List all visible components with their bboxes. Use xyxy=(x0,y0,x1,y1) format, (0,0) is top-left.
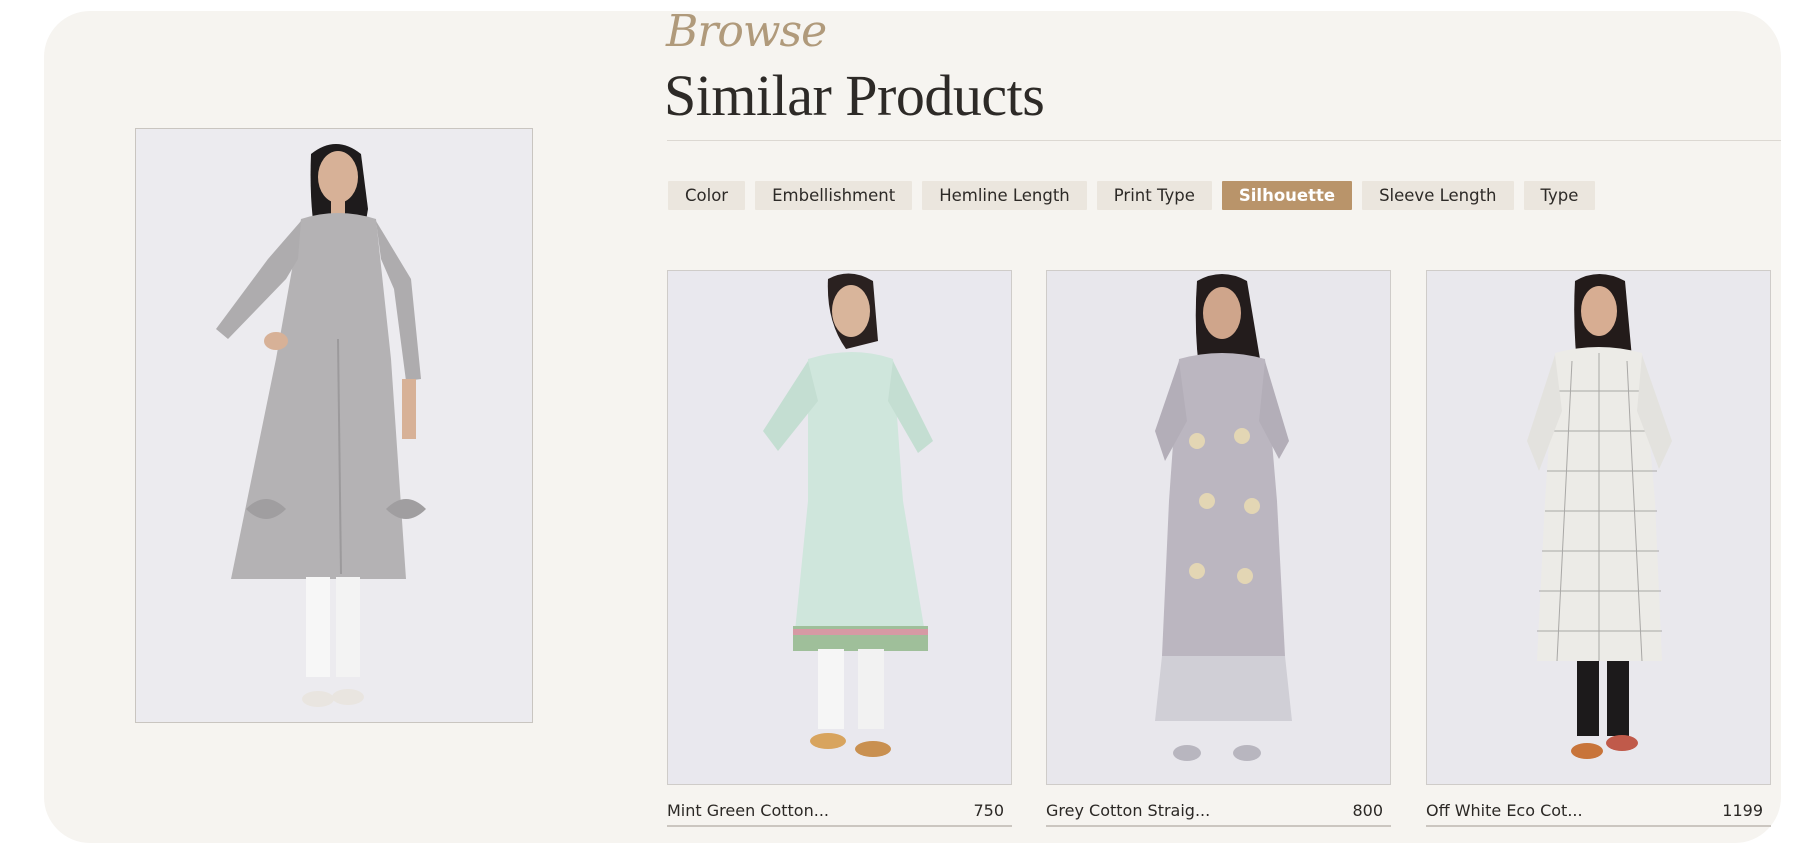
main-product-image[interactable] xyxy=(135,128,533,723)
product-image[interactable] xyxy=(667,270,1012,785)
product-name[interactable]: Mint Green Cotton... xyxy=(667,801,829,820)
product-price: 1199 xyxy=(1722,800,1763,820)
product-image[interactable] xyxy=(1426,270,1771,785)
filter-chip-hemline-length[interactable]: Hemline Length xyxy=(922,181,1087,210)
product-meta: Off White Eco Cot... 1199 xyxy=(1426,795,1771,827)
browse-script-label: Browse xyxy=(666,6,827,57)
filter-chip-color[interactable]: Color xyxy=(668,181,746,210)
filter-chip-silhouette[interactable]: Silhouette xyxy=(1221,181,1353,210)
product-name[interactable]: Grey Cotton Straig... xyxy=(1046,801,1210,820)
section-title: Similar Products xyxy=(664,63,1045,128)
product-card[interactable]: Grey Cotton Straig... 800 xyxy=(1046,270,1391,827)
product-card[interactable]: Mint Green Cotton... 750 xyxy=(667,270,1012,827)
product-meta: Mint Green Cotton... 750 xyxy=(667,795,1012,827)
product-price: 800 xyxy=(1352,800,1383,820)
product-illustration-grey xyxy=(1047,271,1390,784)
product-card[interactable]: Off White Eco Cot... 1199 xyxy=(1426,270,1771,827)
filter-chip-embellishment[interactable]: Embellishment xyxy=(755,181,913,210)
product-image[interactable] xyxy=(1046,270,1391,785)
filter-chip-print-type[interactable]: Print Type xyxy=(1096,181,1212,210)
filter-chip-type[interactable]: Type xyxy=(1523,181,1596,210)
main-product-illustration xyxy=(136,129,532,722)
attribute-filter-bar: Color Embellishment Hemline Length Print… xyxy=(668,181,1596,210)
product-price: 750 xyxy=(973,800,1004,820)
product-illustration-mint xyxy=(668,271,1011,784)
product-meta: Grey Cotton Straig... 800 xyxy=(1046,795,1391,827)
filter-chip-sleeve-length[interactable]: Sleeve Length xyxy=(1362,181,1514,210)
product-name[interactable]: Off White Eco Cot... xyxy=(1426,801,1583,820)
product-illustration-offwhite xyxy=(1427,271,1770,784)
title-divider xyxy=(667,140,1781,141)
